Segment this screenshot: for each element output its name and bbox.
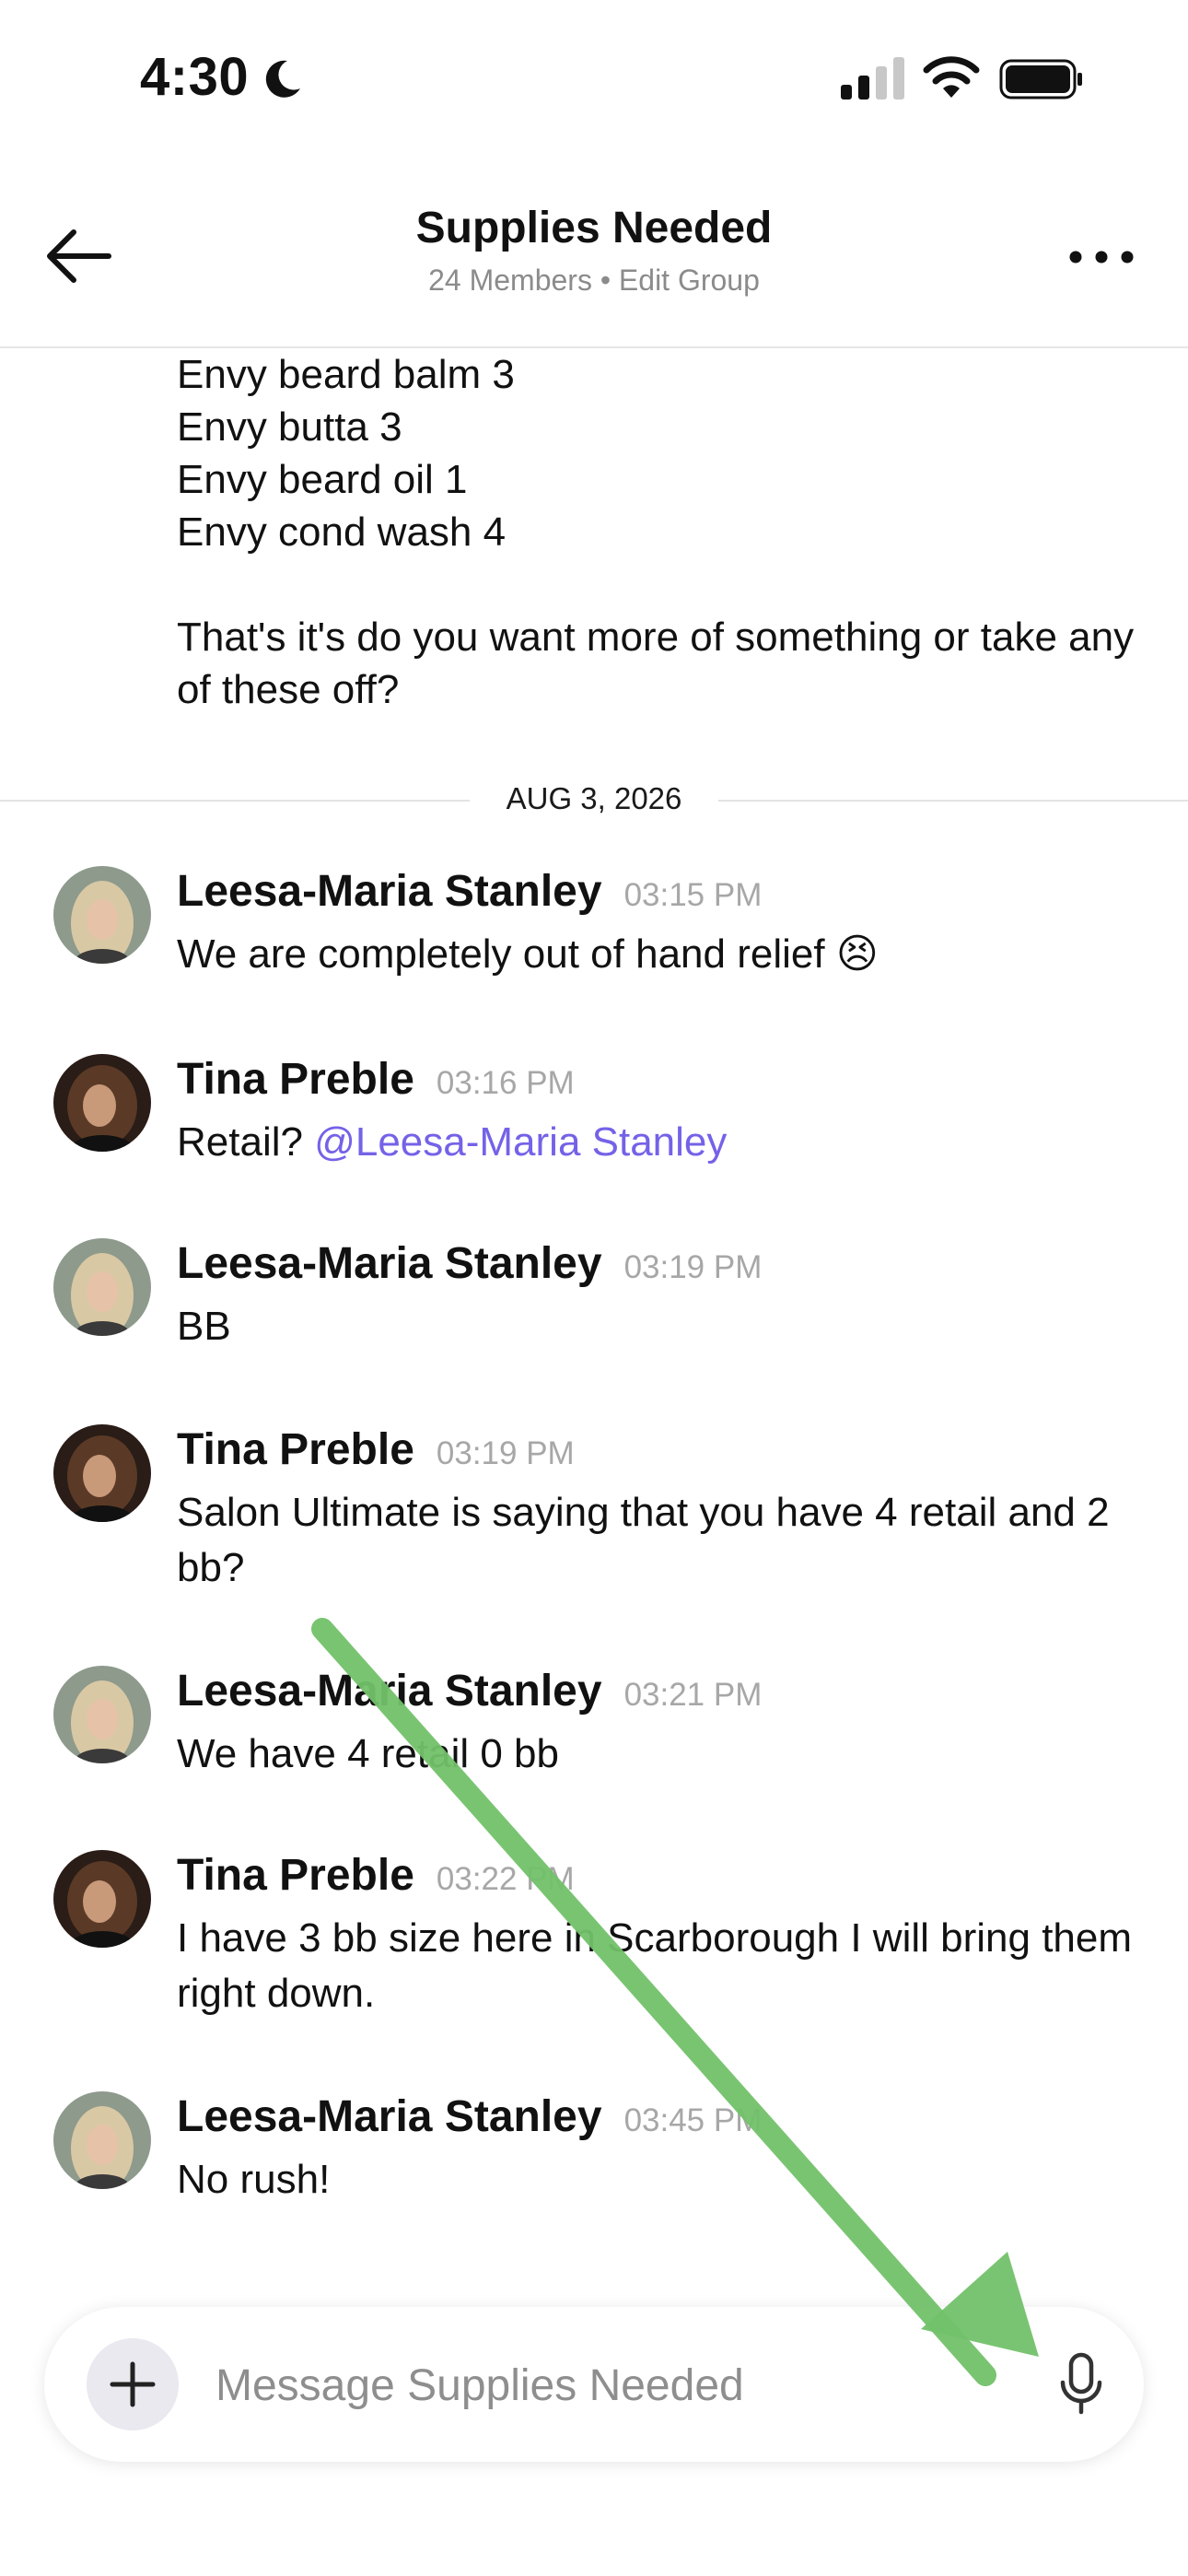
status-time: 4:30: [140, 47, 250, 107]
battery-icon: [999, 59, 1082, 100]
message-text: We are completely out of hand relief 😣: [177, 931, 879, 977]
chat-header: Supplies Needed 24 Members • Edit Group: [0, 157, 1188, 348]
message-input[interactable]: [214, 2344, 1037, 2427]
group-subtitle[interactable]: 24 Members • Edit Group: [0, 263, 1188, 298]
message-time: 03:16 PM: [436, 1065, 575, 1101]
emoji: 😣: [835, 931, 879, 977]
sender-name[interactable]: Leesa-Maria Stanley 03:21 PM: [177, 1666, 762, 1716]
message-time: 03:22 PM: [436, 1861, 575, 1897]
message-time: 03:21 PM: [623, 1677, 763, 1713]
plus-icon[interactable]: [87, 2338, 179, 2430]
mention-link[interactable]: @Leesa-Maria Stanley: [314, 1119, 727, 1165]
message-text: No rush!: [177, 2157, 331, 2202]
sender-name[interactable]: Leesa-Maria Stanley 03:15 PM: [177, 866, 762, 917]
status-bar: 4:30: [0, 0, 1188, 157]
previous-message-text: Envy beard balm 3 Envy butta 3 Envy bear…: [177, 352, 1135, 712]
date-label: AUG 3, 2026: [470, 781, 718, 816]
message-time: 03:19 PM: [436, 1435, 575, 1471]
sender-name[interactable]: Tina Preble 03:22 PM: [177, 1850, 575, 1901]
avatar[interactable]: [53, 1850, 151, 1948]
message-text: Salon Ultimate is saying that you have 4…: [177, 1490, 1110, 1590]
avatar[interactable]: [53, 1238, 151, 1336]
microphone-icon[interactable]: [1044, 2348, 1118, 2421]
date-separator: AUG 3, 2026: [0, 781, 1188, 818]
avatar[interactable]: [53, 2091, 151, 2189]
avatar[interactable]: [53, 1424, 151, 1522]
avatar[interactable]: [53, 1054, 151, 1152]
avatar[interactable]: [53, 1666, 151, 1763]
message-time: 03:15 PM: [623, 877, 763, 913]
sender-name[interactable]: Leesa-Maria Stanley 03:19 PM: [177, 1238, 762, 1289]
group-title[interactable]: Supplies Needed: [0, 203, 1188, 253]
message-composer: [44, 2307, 1144, 2462]
signal-icon: [841, 57, 904, 100]
wifi-icon: [923, 56, 980, 98]
message-text: BB: [177, 1304, 231, 1349]
message-time: 03:45 PM: [623, 2102, 763, 2138]
message-text: Retail? @Leesa-Maria Stanley: [177, 1119, 728, 1165]
message-text: We have 4 retail 0 bb: [177, 1731, 559, 1776]
message-text: I have 3 bb size here in Scarborough I w…: [177, 1915, 1133, 2016]
sender-name[interactable]: Tina Preble 03:16 PM: [177, 1054, 575, 1105]
sender-name[interactable]: Tina Preble 03:19 PM: [177, 1424, 575, 1475]
more-icon[interactable]: [1065, 234, 1138, 280]
avatar[interactable]: [53, 866, 151, 964]
sender-name[interactable]: Leesa-Maria Stanley 03:45 PM: [177, 2091, 762, 2142]
moon-icon: [265, 60, 300, 98]
message-time: 03:19 PM: [623, 1249, 763, 1285]
